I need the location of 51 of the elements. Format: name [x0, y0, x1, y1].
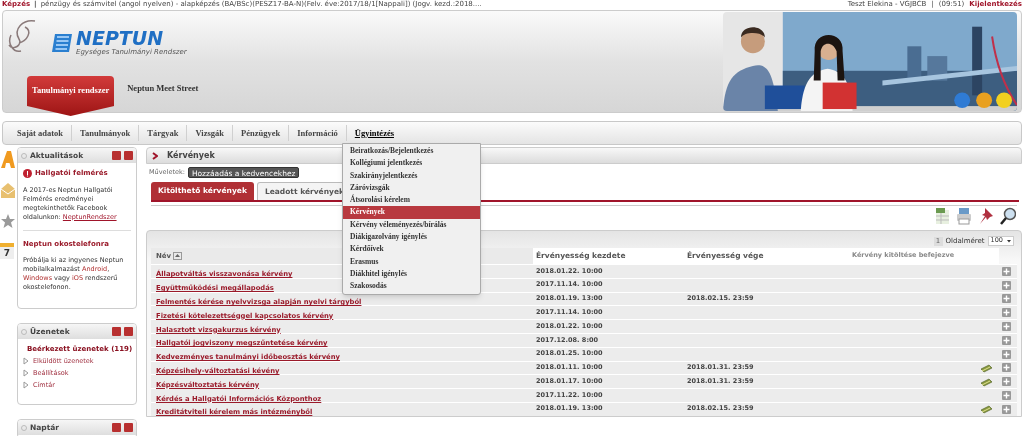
caret-icon — [1007, 239, 1011, 243]
menu-item[interactable]: Információ — [289, 126, 346, 140]
expand-button[interactable] — [1002, 280, 1011, 290]
refresh-button[interactable] — [112, 327, 121, 336]
menu-item[interactable]: Tárgyak — [139, 126, 187, 140]
plus-icon — [1003, 336, 1010, 344]
expand-button[interactable] — [1002, 363, 1011, 373]
expand-button[interactable] — [1002, 335, 1011, 345]
expand-button[interactable] — [1002, 391, 1011, 401]
expand-button[interactable] — [1002, 322, 1011, 332]
page-title: Kérvények — [167, 149, 215, 162]
plus-icon — [1003, 350, 1010, 358]
letter-icon — [0, 150, 16, 168]
bullet-icon — [21, 328, 27, 335]
logo-text: NEPTUN — [76, 29, 165, 48]
bullet-icon — [21, 152, 27, 159]
menu-item[interactable]: Tanulmányok — [72, 126, 139, 140]
expand-button[interactable] — [1002, 349, 1011, 359]
plus-icon — [1003, 378, 1010, 386]
printer-icon — [956, 207, 972, 225]
close-button[interactable] — [124, 327, 133, 336]
expand-button[interactable] — [1002, 377, 1011, 387]
menu-item[interactable]: Pénzügyek — [233, 126, 289, 140]
refresh-button[interactable] — [112, 423, 121, 432]
calendar-icon: 7 — [0, 243, 14, 259]
spreadsheet-icon — [935, 207, 950, 225]
menu-item[interactable]: Saját adatok — [9, 126, 72, 140]
expand-button[interactable] — [1002, 404, 1011, 414]
bullet-icon — [21, 424, 27, 431]
sort-icon — [173, 252, 183, 260]
plus-icon — [1003, 281, 1010, 289]
star-icon — [0, 213, 16, 229]
expand-button[interactable] — [1002, 294, 1011, 304]
plus-icon — [1003, 309, 1010, 317]
search-icon — [1000, 207, 1016, 225]
menu-item[interactable]: Ügyintézés — [346, 126, 402, 140]
plus-icon — [1003, 267, 1010, 275]
chevron-icon — [152, 151, 158, 160]
close-button[interactable] — [124, 151, 133, 160]
logo-icon — [51, 32, 73, 53]
expand-button[interactable] — [1002, 266, 1011, 276]
plus-icon — [1003, 405, 1010, 413]
header-tab[interactable]: Neptun Meet Street — [124, 76, 202, 100]
envelope-icon — [0, 182, 16, 199]
menu-item[interactable]: Vizsgák — [187, 126, 232, 140]
close-button[interactable] — [124, 423, 133, 432]
header-tab[interactable]: Tanulmányi rendszer — [27, 76, 115, 116]
plus-icon — [1003, 364, 1010, 372]
plus-icon — [1003, 295, 1010, 303]
expand-button[interactable] — [1002, 308, 1011, 318]
refresh-button[interactable] — [112, 151, 121, 160]
